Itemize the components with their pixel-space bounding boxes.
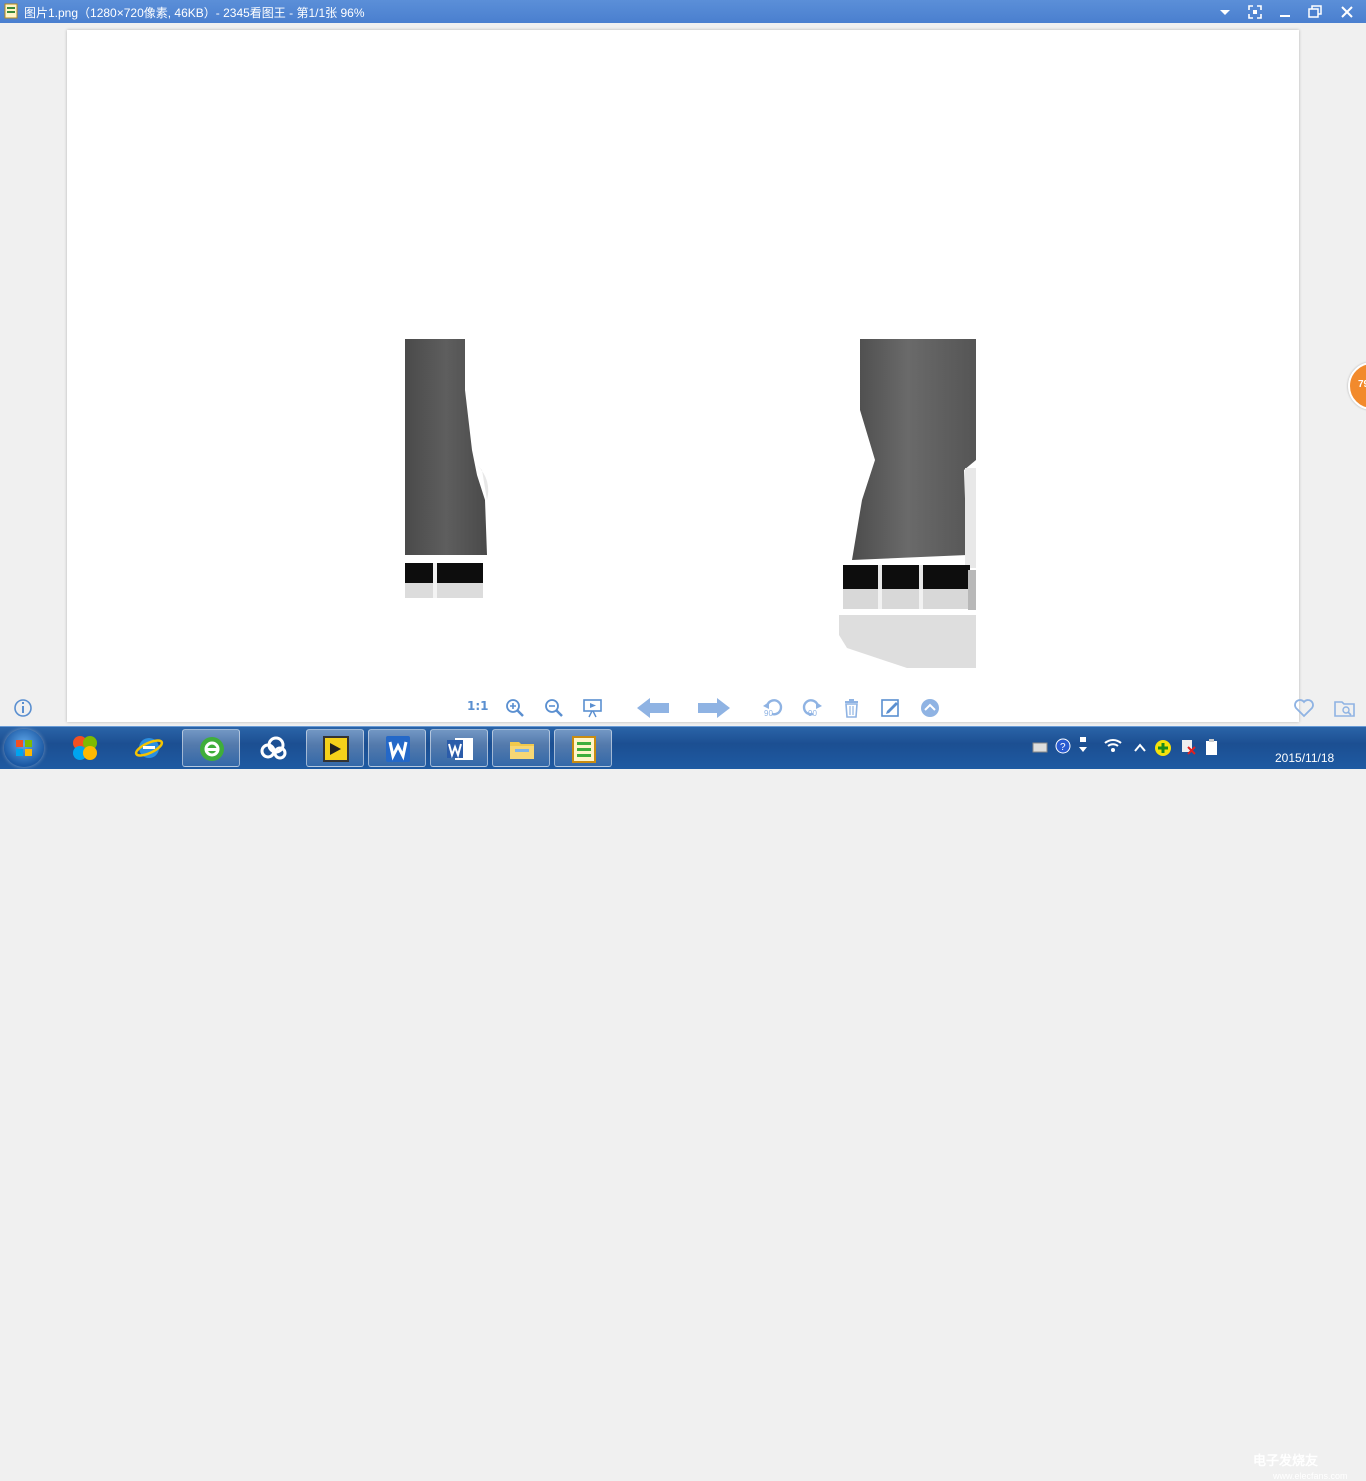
- favorite-heart-icon: [1294, 699, 1314, 718]
- next-image-button[interactable]: [697, 697, 731, 719]
- close-button[interactable]: [1332, 0, 1362, 23]
- tray-options[interactable]: [1076, 727, 1092, 769]
- up-icon: [921, 699, 939, 717]
- restore-button[interactable]: [1300, 0, 1330, 23]
- cloud-drive-icon: [260, 736, 287, 760]
- actual-size-button[interactable]: 1:1: [467, 699, 489, 713]
- taskbar-word[interactable]: [430, 729, 488, 767]
- start-button[interactable]: [4, 729, 44, 767]
- tray-show-hidden[interactable]: [1132, 727, 1148, 769]
- info-button[interactable]: [12, 697, 36, 719]
- image-viewer-canvas[interactable]: [67, 30, 1299, 722]
- restore-icon: [1308, 5, 1322, 18]
- labview-icon: [323, 736, 349, 762]
- floating-speed-badge[interactable]: 79: [1348, 362, 1366, 410]
- browser-app-icon: [73, 736, 97, 760]
- previous-arrow-icon: [637, 698, 669, 718]
- zoom-in-button[interactable]: [504, 697, 528, 719]
- displayed-image: [405, 339, 976, 668]
- title-bar: 图片1.png（1280×720像素, 46KB）- 2345看图王 - 第1/…: [0, 0, 1366, 23]
- rotate-right-degrees: 90: [808, 709, 817, 718]
- taskbar-image-viewer[interactable]: [554, 729, 612, 767]
- zoom-out-button[interactable]: [543, 697, 567, 719]
- help-icon: ?: [1055, 738, 1071, 754]
- tray-keyboard[interactable]: [1030, 727, 1050, 769]
- tray-date[interactable]: 2015/11/18: [1275, 751, 1334, 765]
- network-error-icon: [1182, 740, 1196, 755]
- fullscreen-icon: [1248, 5, 1262, 19]
- badge-value: 79: [1358, 379, 1366, 390]
- wps-writer-icon: [386, 736, 410, 762]
- menu-dropdown-icon: [1220, 10, 1230, 15]
- previous-image-button[interactable]: [636, 697, 670, 719]
- menu-dropdown-button[interactable]: [1210, 0, 1240, 23]
- file-explorer-icon: [510, 742, 534, 759]
- open-folder-icon: [1334, 701, 1355, 717]
- open-folder-button[interactable]: [1333, 697, 1357, 719]
- svg-text:?: ?: [1060, 742, 1066, 753]
- zoom-in-icon: [506, 699, 524, 717]
- taskbar-labview[interactable]: [306, 729, 364, 767]
- tray-wifi[interactable]: [1102, 727, 1124, 769]
- taskbar-cloud-drive[interactable]: [244, 729, 302, 767]
- chevron-up-icon: [1134, 743, 1146, 752]
- minimize-icon: [1280, 15, 1290, 17]
- delete-icon: [845, 699, 858, 718]
- windows-start-icon: [16, 740, 32, 756]
- window-title: 图片1.png（1280×720像素, 46KB）- 2345看图王 - 第1/…: [24, 6, 365, 20]
- keyboard-icon: [1032, 742, 1048, 753]
- security-plus-icon: [1155, 740, 1171, 756]
- clipboard-icon: [1206, 739, 1217, 755]
- word-icon: [447, 738, 473, 760]
- collapse-toolbar-button[interactable]: [919, 697, 943, 719]
- edit-icon: [881, 699, 899, 717]
- tray-clipboard[interactable]: [1203, 727, 1221, 769]
- taskbar: ? 电子发烧友 www.elecfans.com 2015/11/18: [0, 726, 1366, 1481]
- internet-explorer-icon: [134, 738, 164, 758]
- green-browser-icon: [200, 737, 224, 761]
- close-icon: [1341, 6, 1353, 18]
- watermark-title: 电子发烧友: [1253, 1453, 1319, 1468]
- next-arrow-icon: [698, 698, 730, 718]
- rotate-left-degrees: 90: [764, 709, 773, 718]
- info-icon: [14, 699, 32, 717]
- edit-button[interactable]: [880, 697, 904, 719]
- app-icon: [4, 3, 18, 19]
- tray-help[interactable]: ?: [1053, 727, 1073, 769]
- minimize-button[interactable]: [1270, 0, 1300, 23]
- fullscreen-button[interactable]: [1240, 0, 1270, 23]
- slideshow-icon: [583, 699, 602, 718]
- taskbar-green-browser[interactable]: [182, 729, 240, 767]
- taskbar-internet-explorer[interactable]: [120, 729, 178, 767]
- wifi-icon: [1104, 739, 1122, 752]
- slideshow-button[interactable]: [582, 697, 606, 719]
- delete-button[interactable]: [841, 697, 865, 719]
- favorite-button[interactable]: [1293, 697, 1317, 719]
- options-icon: [1079, 737, 1087, 752]
- tray-network-warning[interactable]: [1178, 727, 1198, 769]
- taskbar-wps-writer[interactable]: [368, 729, 426, 767]
- zoom-out-icon: [545, 699, 563, 717]
- taskbar-file-explorer[interactable]: [492, 729, 550, 767]
- watermark-url: www.elecfans.com: [1273, 1471, 1348, 1481]
- tray-security[interactable]: [1153, 727, 1173, 769]
- taskbar-browser-app[interactable]: [56, 729, 114, 767]
- image-viewer-icon: [572, 736, 596, 763]
